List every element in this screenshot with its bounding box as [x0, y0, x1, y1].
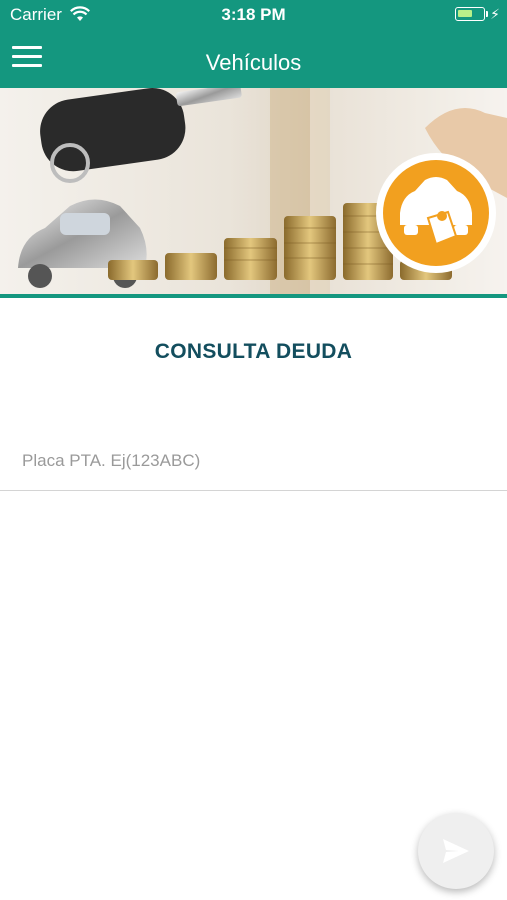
plate-input-underline	[0, 490, 507, 491]
banner-illustration	[18, 88, 507, 294]
battery-icon	[455, 7, 485, 21]
status-bar: Carrier 3:18 PM ⚡	[0, 0, 507, 30]
plate-input[interactable]	[22, 446, 482, 476]
send-icon	[443, 839, 469, 863]
navigation-bar: Vehículos	[0, 30, 507, 88]
battery-tip	[486, 11, 488, 17]
page-title: Vehículos	[205, 50, 302, 75]
battery-level-fill	[458, 10, 472, 17]
banner-image	[0, 88, 507, 294]
car-payment-icon	[376, 153, 496, 273]
banner-divider	[0, 294, 507, 298]
send-button[interactable]	[418, 813, 494, 889]
clock-time: 3:18 PM	[221, 5, 286, 24]
charging-bolt-icon: ⚡	[490, 6, 500, 22]
section-title: CONSULTA DEUDA	[154, 340, 353, 363]
car-key-graphic	[40, 88, 242, 183]
